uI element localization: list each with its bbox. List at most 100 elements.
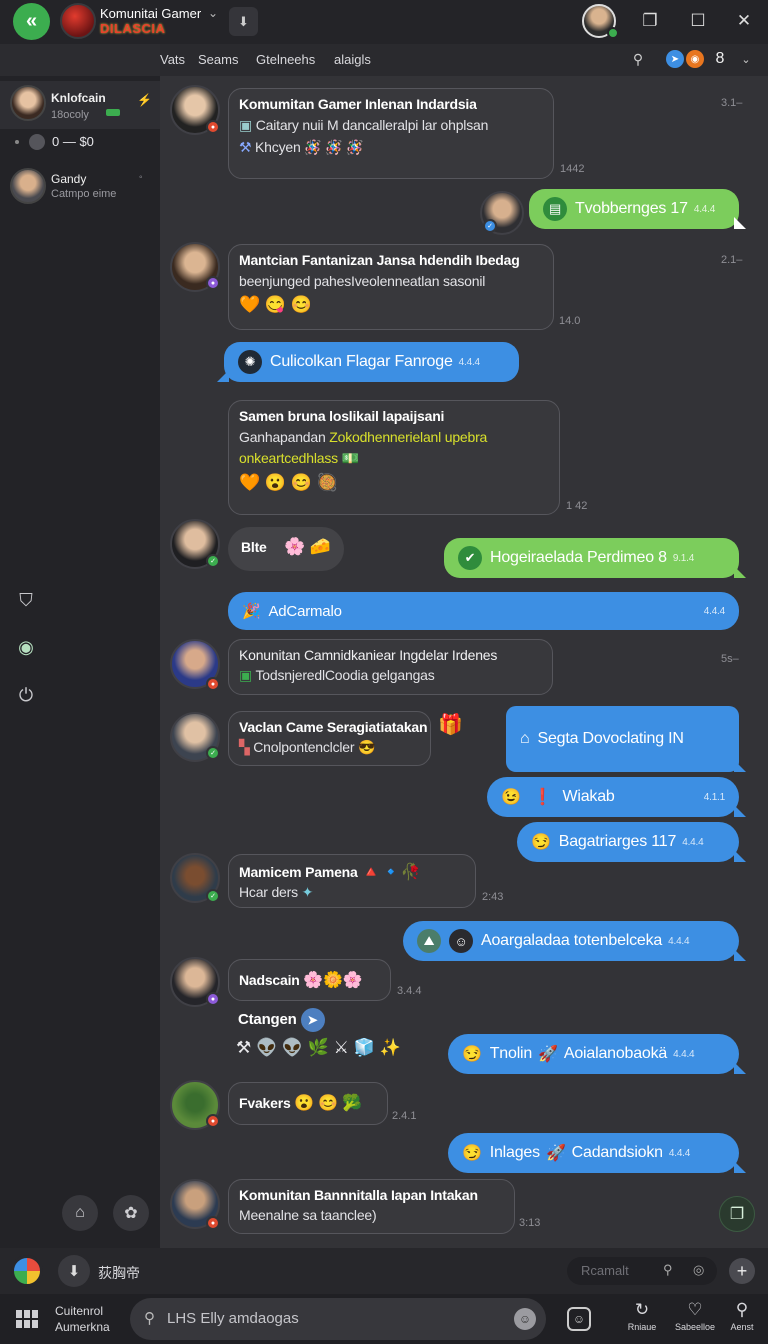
maximize-button[interactable]: ☐	[685, 8, 711, 34]
message-bubble[interactable]: Mantcian Fantanizan Jansa hdendih Ibedag…	[228, 244, 554, 330]
app-logo-icon[interactable]	[11, 1255, 43, 1287]
badge-icon: ✓	[206, 746, 220, 760]
orange-app-icon[interactable]: ◉	[686, 50, 704, 68]
message-bubble-outgoing[interactable]: ✺ Culicolkan Flagar Fanroge 4.4.4	[217, 342, 519, 382]
back-button[interactable]: «	[13, 3, 50, 40]
badge-icon: ●	[206, 1114, 220, 1128]
sender-name: Vaclan Came Seragiatiatakan	[239, 719, 428, 735]
message-bubble[interactable]: Samen bruna loslikail lapaijsani Ganhapa…	[228, 400, 560, 515]
refresh-button[interactable]: ↻ Rniaue	[616, 1300, 668, 1332]
sticker-icon: 🔺🔹🥀	[361, 864, 421, 881]
title-bar: « Komunitai Gamer DILASCIA ⌄ ⬇ ❐ ☐ ✕	[0, 0, 768, 44]
search-icon: ⚲	[735, 1300, 749, 1319]
settings-button[interactable]: ✿	[113, 1195, 149, 1231]
group-avatar[interactable]	[60, 3, 96, 39]
timestamp: 3.1–	[721, 97, 743, 109]
emoji: 😎	[358, 739, 376, 755]
tab-alaigls[interactable]: alaigls	[334, 52, 371, 67]
target-icon[interactable]: ◉	[14, 635, 38, 659]
message-bubble[interactable]: Komumitan Gamer Inlenan Indardsia ▣ Cait…	[228, 88, 554, 179]
copy-window-icon[interactable]: ❐	[637, 8, 663, 34]
pin-button[interactable]: ⬇	[229, 7, 258, 36]
account-name[interactable]: Cuitenrol Aumerkna	[55, 1303, 110, 1335]
check-circle-icon: ✔	[458, 546, 482, 570]
message-text: Tnolin	[489, 1045, 533, 1062]
message-bubble-outgoing[interactable]: ⌂ Segta Dovoclating IN	[506, 706, 746, 772]
flowers-emoji: 🌸🌼🌸	[303, 972, 363, 989]
message-bubble[interactable]: Mamicem Pamena 🔺🔹🥀 Hcar ders ✦	[228, 854, 476, 908]
contact-status: 18ocoly	[51, 109, 89, 121]
contact-name: Gandy	[51, 172, 87, 186]
money-icon: 💵	[341, 450, 359, 466]
search-icon: ⚲	[144, 1310, 155, 1327]
settings-circle-icon[interactable]: ◎	[693, 1262, 704, 1278]
voice-down-button[interactable]: ⬇	[58, 1255, 90, 1287]
emoji-picker-icon[interactable]: ☺	[514, 1308, 536, 1330]
sidebar-item-gandy[interactable]: Gandy Catmpo eime ◦	[0, 166, 160, 210]
lightning-icon: ⚡	[137, 93, 152, 107]
message-text: Hcar ders	[239, 884, 298, 900]
read-ticks: 4.4.4	[668, 1147, 691, 1159]
sender-name: Mamicem Pamena	[239, 864, 358, 880]
message-text: Culicolkan Flagar Fanroge	[270, 353, 453, 370]
message-text: Wiakab	[562, 788, 615, 805]
power-icon[interactable]: ⏻	[14, 683, 38, 707]
alert-icon: ❗	[532, 789, 553, 806]
sidebar-item-knlofcain[interactable]: Knlofcain 18ocoly ⚡	[0, 81, 160, 129]
message-bubble[interactable]: Komunitan Bannnitalla Iapan Intakan Meen…	[228, 1179, 515, 1234]
message-bubble-outgoing[interactable]: ▤ Tvobbernges 17 4.4.4	[529, 189, 746, 229]
chat-area[interactable]: ● Komumitan Gamer Inlenan Indardsia ▣ Ca…	[160, 76, 768, 1248]
message-bubble-outgoing[interactable]: 😏 Inlages 🚀 Cadandsiokn 4.4.4	[448, 1133, 746, 1173]
message-bubble[interactable]: Konunitan Camnidkaniear Ingdelar Irdenes…	[228, 639, 553, 695]
message-input[interactable]: ⚲ LHS Elly amdaogas ☺	[130, 1298, 546, 1340]
message-bubble-outgoing[interactable]: 😉 ❗ Wiakab 4.1.1	[487, 777, 746, 817]
message-bubble-outgoing[interactable]: ⛰ ☺ Aoargaladaa totenbelceka 4.4.4	[403, 921, 746, 961]
member-count[interactable]: 8	[710, 49, 730, 69]
favorite-button[interactable]: ♡ Sabeelloe	[669, 1300, 721, 1332]
message-bubble-outgoing[interactable]: 😏 Bagatriarges 117 4.4.4	[517, 822, 746, 862]
pin-icon[interactable]: ⚲	[628, 49, 648, 69]
timestamp: 14.0	[559, 315, 581, 327]
home-outline-icon: ⌂	[520, 730, 530, 747]
apps-grid-icon[interactable]	[16, 1310, 38, 1328]
message-text: Cnolpontenclcler	[253, 739, 355, 755]
sparkle-icon: ✦	[301, 884, 314, 900]
chevron-down-icon[interactable]: ⌄	[208, 6, 218, 20]
message-bubble-outgoing[interactable]: 😏 Tnolin 🚀 Aoialanobaokä 4.4.4	[448, 1034, 746, 1074]
home-button[interactable]: ⌂	[62, 1195, 98, 1231]
contact-status: Catmpo eime	[51, 188, 117, 200]
message-bubble-outgoing[interactable]: 🎉 AdCarmalo 4.4.4	[228, 592, 739, 630]
message-text: Hogeiraelada Perdimeo 8	[490, 549, 667, 566]
message-text: Cadandsiokn	[571, 1144, 663, 1161]
search-button[interactable]: ⚲ Aenst	[716, 1300, 768, 1332]
tab-gtelneehs[interactable]: Gtelneehs	[256, 52, 315, 67]
contact-avatar	[10, 85, 46, 121]
tab-seams[interactable]: Seams	[198, 52, 238, 67]
close-button[interactable]: ✕	[731, 8, 757, 34]
party-icon: 🎉	[242, 603, 261, 620]
message-text: Bagatriarges 117	[558, 833, 677, 850]
message-bubble[interactable]: Blte 🌸 🧀	[228, 527, 344, 571]
message-bubble[interactable]: Nadscain 🌸🌼🌸	[228, 959, 391, 1001]
tab-vats[interactable]: Vats	[160, 52, 185, 67]
add-button[interactable]: +	[729, 1258, 755, 1284]
action-label: Rniaue	[627, 1322, 657, 1332]
sender-name: Konunitan Camnidkaniear Ingdelar Irdenes	[239, 647, 498, 663]
message-bubble[interactable]: Fvakers 😮 😊 🥦	[228, 1082, 388, 1125]
blue-app-icon[interactable]: ➤	[666, 50, 684, 68]
copy-icon[interactable]: ❐	[719, 1196, 755, 1232]
message-bubble[interactable]: Vaclan Came Seragiatiatakan ▚ Cnolponten…	[228, 711, 431, 766]
signal-bar-icon	[106, 109, 120, 116]
message-bubble-outgoing[interactable]: ✔ Hogeiraelada Perdimeo 8 9.1.4	[444, 538, 746, 578]
send-icon: ➤	[300, 1008, 325, 1032]
message-text: Segta Dovoclating IN	[537, 730, 684, 747]
timestamp: 2:43	[482, 891, 504, 903]
chevron-down-icon[interactable]: ⌄	[736, 49, 756, 69]
search-icon[interactable]: ⚲	[663, 1262, 673, 1278]
sticker-button[interactable]: ☺	[567, 1307, 591, 1331]
chat-search-input[interactable]: Rcamalt ⚲ ◎	[567, 1257, 717, 1285]
bookmark-icon[interactable]: ⛉	[14, 588, 38, 612]
group-title[interactable]: Komunitai Gamer	[100, 6, 201, 21]
sender-name: Ctangen	[238, 1011, 297, 1028]
sender-name: Komumitan Gamer Inlenan Indardsia	[239, 96, 477, 112]
